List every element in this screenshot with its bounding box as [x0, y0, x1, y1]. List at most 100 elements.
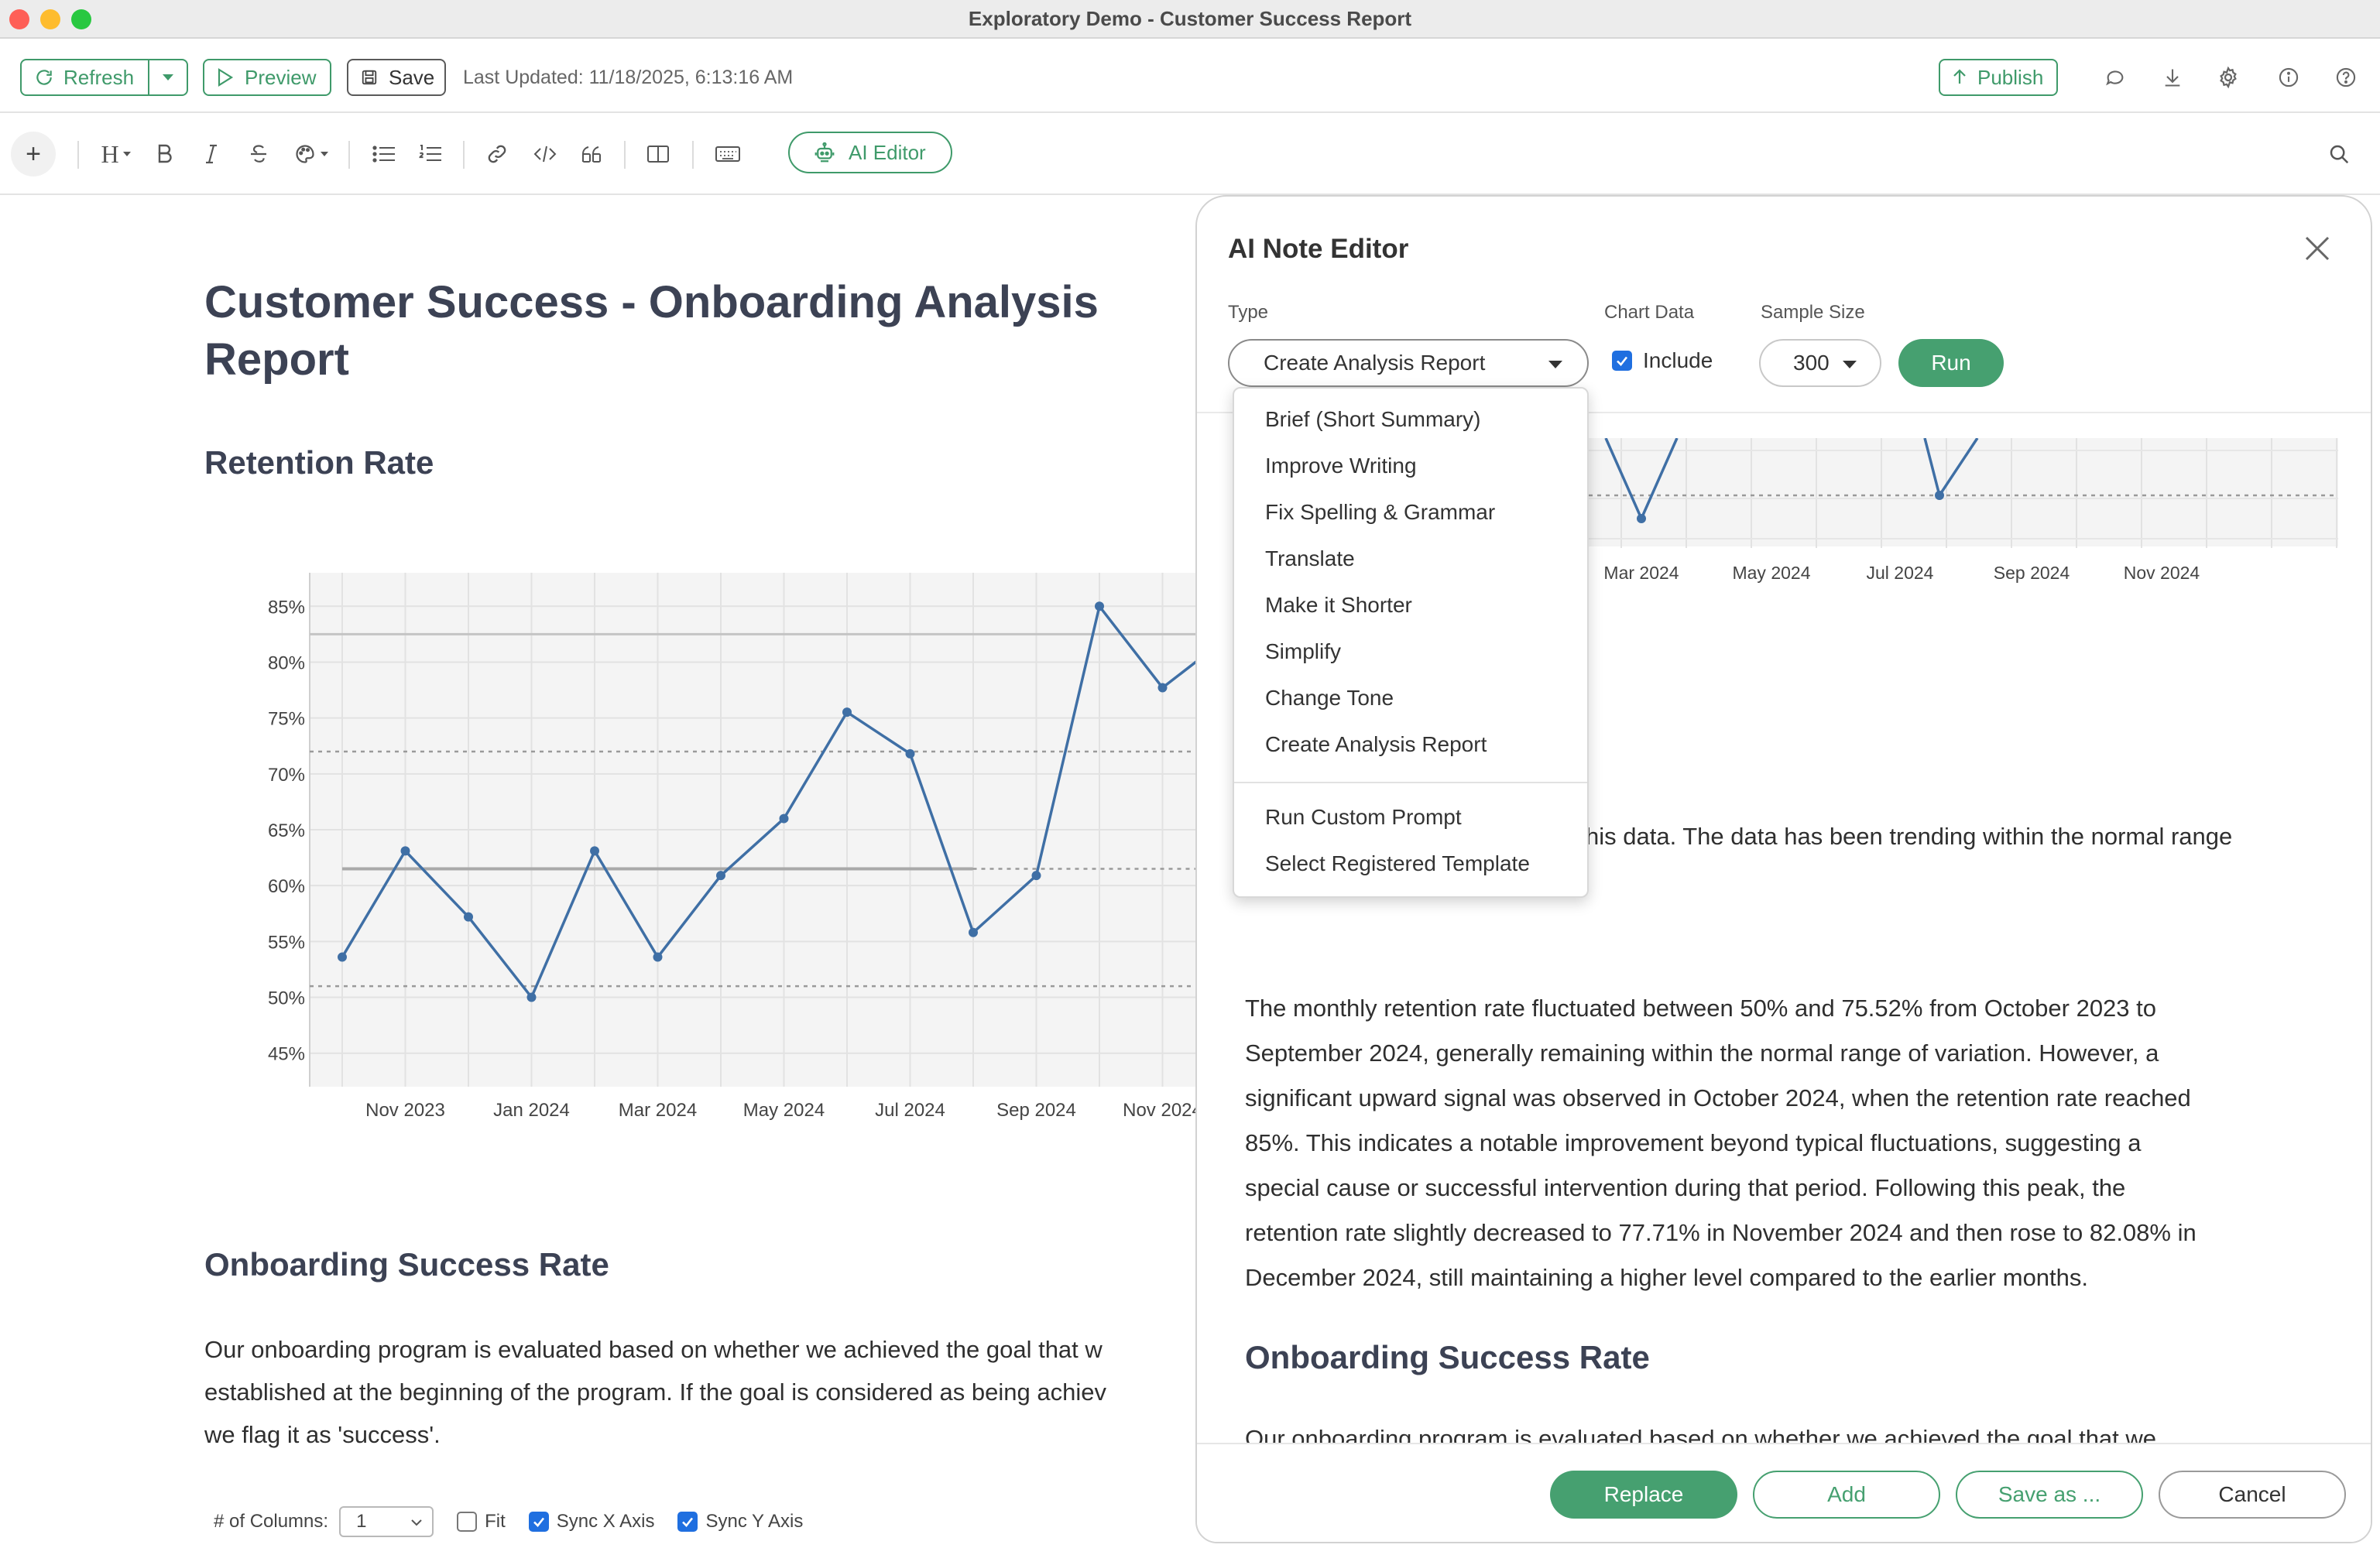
keyboard-button[interactable] [711, 136, 745, 172]
keyboard-icon [715, 146, 740, 162]
sync-x-axis-checkbox[interactable] [528, 1512, 549, 1532]
strikethrough-button[interactable] [245, 136, 273, 172]
paragraph-line: December 2024, still maintaining a highe… [1245, 1264, 2089, 1291]
bold-button[interactable] [152, 136, 178, 172]
add-button[interactable]: Add [1753, 1471, 1940, 1519]
columns-label: # of Columns: [214, 1511, 329, 1532]
y-tick-label: 55% [268, 932, 305, 953]
data-point [1935, 491, 1944, 500]
type-select[interactable]: Create Analysis Report [1228, 339, 1589, 387]
publish-button[interactable]: Publish [1939, 59, 2058, 96]
x-tick-label: Mar 2024 [1603, 563, 1679, 583]
numbered-list-icon [419, 145, 441, 161]
menu-divider [1234, 782, 1587, 783]
menu-item[interactable]: Change Tone [1265, 686, 1394, 711]
gear-icon[interactable] [2213, 62, 2244, 93]
refresh-options-button[interactable] [149, 60, 187, 94]
columns-icon [647, 146, 669, 163]
close-button[interactable] [2299, 231, 2335, 266]
menu-item[interactable]: Create Analysis Report [1265, 732, 1487, 757]
data-point [526, 992, 537, 1002]
quote-icon [582, 146, 601, 163]
x-tick-label: Nov 2024 [1123, 1100, 1200, 1121]
last-updated-text: Last Updated: 11/18/2025, 6:13:16 AM [463, 67, 794, 88]
y-tick-label: 60% [268, 876, 305, 897]
download-icon[interactable] [2157, 62, 2188, 93]
data-point [1031, 871, 1041, 881]
fit-checkbox[interactable] [457, 1512, 478, 1532]
italic-button[interactable] [198, 136, 225, 172]
paragraph-line: established at the beginning of the prog… [204, 1378, 1106, 1406]
paragraph-line: retention rate slightly decreased to 77.… [1245, 1219, 2197, 1246]
menu-item[interactable]: Translate [1265, 546, 1355, 571]
comment-icon[interactable] [2100, 62, 2131, 93]
search-button[interactable] [2321, 136, 2357, 172]
numbered-list-button[interactable] [415, 136, 446, 172]
section-heading-onboarding: Onboarding Success Rate [204, 1246, 609, 1283]
search-icon [2330, 145, 2349, 164]
type-select-value: Create Analysis Report [1264, 351, 1486, 375]
preview-label: Preview [245, 65, 317, 89]
paragraph-line: Our onboarding program is evaluated base… [204, 1336, 1103, 1363]
menu-item[interactable]: Fix Spelling & Grammar [1265, 500, 1495, 525]
quote-button[interactable] [576, 136, 607, 172]
columns-select[interactable]: 1 [339, 1506, 434, 1537]
refresh-label: Refresh [63, 65, 135, 89]
paragraph-line: significant upward signal was observed i… [1245, 1084, 2191, 1111]
play-icon [218, 68, 234, 87]
cancel-button[interactable]: Cancel [2159, 1471, 2346, 1519]
help-icon[interactable] [2330, 62, 2361, 93]
strikethrough-icon [251, 145, 266, 163]
menu-item[interactable]: Select Registered Template [1265, 851, 1530, 876]
info-icon[interactable] [2273, 62, 2304, 93]
x-tick-label: May 2024 [1732, 563, 1810, 583]
menu-item[interactable]: Improve Writing [1265, 454, 1417, 478]
include-chart-data[interactable]: Include [1612, 348, 1713, 373]
include-checkbox[interactable] [1612, 351, 1632, 371]
menu-item[interactable]: Run Custom Prompt [1265, 805, 1462, 830]
heading-button[interactable]: H [94, 136, 138, 172]
columns-layout-button[interactable] [643, 136, 674, 172]
data-point [1157, 683, 1168, 693]
ai-editor-button[interactable]: AI Editor [788, 132, 952, 173]
checkmark-icon [682, 1517, 694, 1527]
upload-icon [1953, 69, 1966, 84]
editor-toolbar: + H AI Editor [0, 115, 2380, 195]
menu-item[interactable]: Simplify [1265, 639, 1341, 664]
page-title-line: Report [204, 334, 349, 385]
save-as-button[interactable]: Save as ... [1956, 1471, 2143, 1519]
menu-item[interactable]: Make it Shorter [1265, 593, 1412, 618]
plus-icon: + [26, 139, 41, 169]
run-button[interactable]: Run [1898, 339, 2004, 387]
checkmark-icon [1617, 356, 1628, 366]
retention-rate-chart[interactable]: 85% 80% 75% 70% 65% 60% 55% 50% 45% Nov 2023 Jan 2… [232, 542, 1200, 1130]
replace-button[interactable]: Replace [1550, 1471, 1737, 1519]
paragraph-line: special cause or successful intervention… [1245, 1174, 2126, 1201]
y-tick-label: 45% [268, 1044, 305, 1065]
menu-item[interactable]: Brief (Short Summary) [1265, 407, 1481, 432]
robot-icon [814, 142, 835, 163]
preview-button[interactable]: Preview [203, 59, 331, 96]
preview-retention-chart: 24Mar 2024May 2024Jul 2024Sep 2024Nov 20… [1538, 438, 2338, 583]
x-tick-label: Jul 2024 [1867, 563, 1934, 583]
sample-size-value: 300 [1793, 351, 1830, 375]
checkmark-icon [533, 1517, 544, 1527]
close-icon [2305, 236, 2330, 261]
bullet-list-button[interactable] [369, 136, 400, 172]
onboarding-paragraph: Our onboarding program is evaluated base… [204, 1328, 1211, 1456]
refresh-button[interactable]: Refresh [22, 60, 150, 94]
insert-block-button[interactable]: + [11, 132, 56, 176]
data-point [1637, 514, 1646, 523]
data-point [653, 952, 663, 962]
refresh-button-group: Refresh [20, 59, 189, 96]
sample-size-select[interactable]: 300 [1759, 339, 1881, 387]
toolbar-divider [624, 141, 626, 169]
color-button[interactable] [290, 136, 333, 172]
toolbar-divider [692, 141, 694, 169]
paragraph-line: we flag it as 'success'. [204, 1421, 441, 1448]
link-button[interactable] [482, 136, 513, 172]
code-button[interactable] [530, 136, 561, 172]
sync-y-axis-checkbox[interactable] [677, 1512, 698, 1532]
save-icon [362, 70, 377, 85]
save-button[interactable]: Save [347, 59, 446, 96]
